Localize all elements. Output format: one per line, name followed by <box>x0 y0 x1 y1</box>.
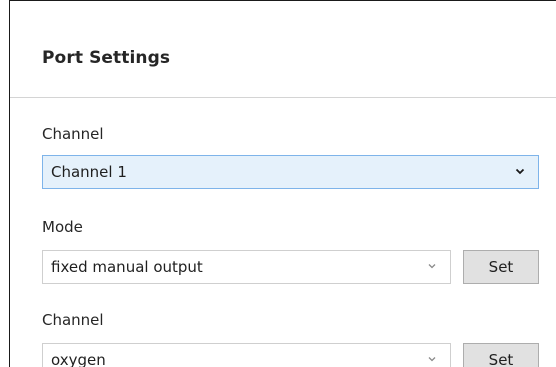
channel-select[interactable]: Channel 1 <box>42 155 539 189</box>
header-divider <box>10 97 556 98</box>
channel-select-2[interactable]: oxygen <box>42 343 451 367</box>
chevron-down-icon <box>428 264 436 269</box>
chevron-down-icon <box>515 168 525 175</box>
mode-select-value: fixed manual output <box>51 258 203 276</box>
mode-select[interactable]: fixed manual output <box>42 250 451 284</box>
channel-label-2: Channel <box>42 311 104 329</box>
panel-title: Port Settings <box>42 48 171 68</box>
channel-set-button[interactable]: Set <box>463 343 539 367</box>
channel-label: Channel <box>42 125 104 143</box>
channel-select-value: Channel 1 <box>51 163 127 181</box>
channel-select-2-value: oxygen <box>51 351 106 367</box>
chevron-down-icon <box>428 357 436 362</box>
mode-set-button[interactable]: Set <box>463 250 539 284</box>
mode-label: Mode <box>42 218 83 236</box>
port-settings-panel: Port Settings Channel Channel 1 Mode fix… <box>9 0 556 367</box>
